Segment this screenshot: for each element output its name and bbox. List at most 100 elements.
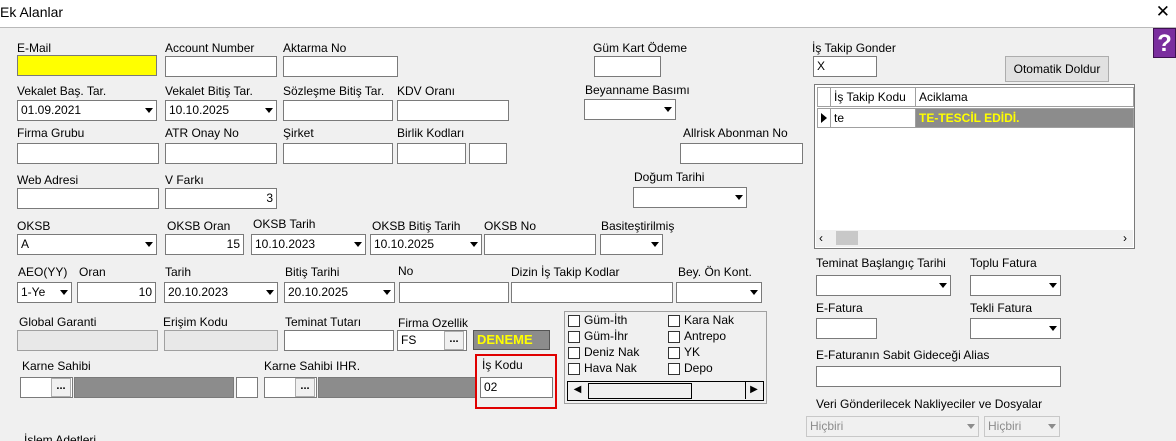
- global-garanti-input[interactable]: [17, 330, 158, 351]
- toplu-fatura-combo[interactable]: [970, 275, 1061, 296]
- oran-label: Oran: [79, 265, 106, 279]
- email-input[interactable]: [17, 55, 157, 76]
- veri-gonderilecek-value-1: Hiçbiri: [810, 419, 844, 433]
- e-fatura-alias-input[interactable]: [816, 366, 1061, 387]
- birlik-kodlari-input-2[interactable]: [469, 143, 507, 164]
- dogum-tarihi-combo[interactable]: [633, 187, 747, 208]
- scroll-left-icon[interactable]: ◀: [569, 382, 586, 399]
- checkbox-gum-ith[interactable]: [568, 315, 580, 327]
- erisim-kodu-input[interactable]: [164, 330, 278, 351]
- kdv-orani-input[interactable]: [397, 100, 509, 121]
- chevron-down-icon: [664, 107, 672, 112]
- oksb-combo[interactable]: A: [17, 234, 157, 255]
- teminat-tutari-label: Teminat Tutarı: [285, 315, 362, 329]
- sozlesme-bitis-label: Sözleşme Bitiş Tar.: [283, 84, 385, 98]
- close-icon[interactable]: ✕: [1156, 2, 1170, 22]
- veri-gonderilecek-combo-2[interactable]: Hiçbiri: [984, 416, 1060, 437]
- grid-header-is-takip-kodu[interactable]: İş Takip Kodu: [830, 87, 916, 107]
- v-farki-input[interactable]: 3: [165, 188, 277, 209]
- title-bar: Ek Alanlar ✕: [0, 0, 1176, 28]
- teminat-tutari-input[interactable]: [284, 330, 394, 351]
- gum-kart-odeme-input[interactable]: [594, 56, 661, 77]
- beyanname-basimi-combo[interactable]: [584, 99, 676, 120]
- aktarma-no-input[interactable]: [283, 56, 398, 77]
- sozlesme-bitis-input[interactable]: [283, 100, 393, 121]
- scroll-right-icon[interactable]: ›: [1123, 231, 1127, 245]
- grid-horizontal-scrollbar[interactable]: ‹ ›: [816, 230, 1133, 247]
- vekalet-bas-combo[interactable]: 01.09.2021: [17, 100, 157, 121]
- beyanname-basimi-label: Beyanname Basımı: [585, 83, 690, 97]
- checkbox-antrepo[interactable]: [668, 331, 680, 343]
- aeo-value: 1-Ye: [21, 285, 46, 299]
- checkbox-label-gum-ihr: Güm-İhr: [584, 329, 629, 343]
- chevron-down-icon: [60, 290, 68, 295]
- firma-ozellik-ellipsis-button[interactable]: ...: [444, 331, 464, 350]
- web-adresi-input[interactable]: [17, 188, 159, 209]
- karne-sahibi-name: [74, 377, 234, 398]
- is-takip-grid[interactable]: İş Takip Kodu Aciklama te TE-TESCİL EDİD…: [814, 84, 1135, 249]
- aeo-combo[interactable]: 1-Ye: [17, 282, 72, 303]
- oksb-no-label: OKSB No: [484, 219, 537, 233]
- e-fatura-input[interactable]: [816, 318, 877, 339]
- grid-cell-desc[interactable]: TE-TESCİL EDİDİ.: [915, 108, 1134, 128]
- account-number-input[interactable]: [165, 56, 277, 77]
- window-title: Ek Alanlar: [0, 4, 64, 20]
- veri-gonderilecek-label: Veri Gönderilecek Nakliyeciler ve Dosyal…: [816, 397, 1043, 411]
- oksb-no-input[interactable]: [484, 234, 596, 255]
- vekalet-bas-label: Vekalet Baş. Tar.: [17, 84, 107, 98]
- oksb-bitis-combo[interactable]: 10.10.2025: [370, 234, 482, 255]
- veri-gonderilecek-combo-1[interactable]: Hiçbiri: [806, 416, 979, 437]
- oksb-oran-input[interactable]: 15: [165, 234, 244, 255]
- dizin-is-takip-input[interactable]: [511, 282, 673, 303]
- allrisk-input[interactable]: [680, 143, 803, 164]
- oksb-tarih-label: OKSB Tarih: [253, 217, 316, 231]
- help-icon[interactable]: ?: [1153, 28, 1176, 58]
- oran-input[interactable]: 10: [77, 282, 156, 303]
- firma-ozellik-badge: DENEME: [473, 330, 550, 350]
- atr-onay-no-input[interactable]: [165, 143, 277, 164]
- oksb-bitis-value: 10.10.2025: [374, 237, 435, 251]
- checkbox-yk[interactable]: [668, 347, 680, 359]
- grid-header-aciklama[interactable]: Aciklama: [915, 87, 1134, 107]
- erisim-kodu-label: Erişim Kodu: [163, 315, 228, 329]
- checkbox-label-kara-nak: Kara Nak: [684, 313, 735, 327]
- tarih-combo[interactable]: 20.10.2023: [164, 282, 278, 303]
- otomatik-doldur-button[interactable]: Otomatik Doldur: [1005, 56, 1109, 82]
- scroll-left-icon[interactable]: ‹: [819, 231, 823, 245]
- checkbox-kara-nak[interactable]: [668, 315, 680, 327]
- is-takip-gonder-input[interactable]: X: [813, 56, 877, 77]
- checkbox-horizontal-scrollbar[interactable]: ◀ ▶: [567, 381, 764, 401]
- bey-on-kont-combo[interactable]: [676, 282, 762, 303]
- checkbox-hava-nak[interactable]: [568, 363, 580, 375]
- oksb-tarih-combo[interactable]: 10.10.2023: [251, 234, 366, 255]
- grid-cell-code[interactable]: te: [830, 108, 916, 128]
- vekalet-bitis-combo[interactable]: 10.10.2025: [165, 100, 277, 121]
- bitis-tarihi-combo[interactable]: 20.10.2025: [284, 282, 395, 303]
- checkbox-label-deniz-nak: Deniz Nak: [584, 345, 640, 359]
- karne-sahibi-ihr-ellipsis-button[interactable]: ...: [295, 378, 315, 397]
- chevron-down-icon: [145, 108, 153, 113]
- sirket-input[interactable]: [283, 143, 393, 164]
- chevron-down-icon: [145, 242, 153, 247]
- basitestirilmis-combo[interactable]: [600, 234, 663, 255]
- karne-sahibi-ellipsis-button[interactable]: ...: [51, 378, 71, 397]
- karne-sahibi-extra[interactable]: [236, 377, 258, 398]
- birlik-kodlari-input[interactable]: [397, 143, 466, 164]
- teminat-baslangic-combo[interactable]: [816, 275, 951, 296]
- is-kodu-input[interactable]: 02: [480, 377, 553, 398]
- oksb-value: A: [21, 237, 30, 251]
- checkbox-gum-ihr[interactable]: [568, 331, 580, 343]
- scroll-thumb[interactable]: [836, 231, 858, 245]
- no-label: No: [398, 264, 414, 278]
- tekli-fatura-combo[interactable]: [970, 318, 1061, 339]
- no-input[interactable]: [399, 282, 509, 303]
- firma-grubu-input[interactable]: [17, 143, 159, 164]
- scroll-right-icon[interactable]: ▶: [745, 382, 762, 399]
- veri-gonderilecek-value-2: Hiçbiri: [988, 419, 1022, 433]
- checkbox-depo[interactable]: [668, 363, 680, 375]
- is-takip-gonder-label: İş Takip Gonder: [812, 41, 896, 55]
- scroll-thumb[interactable]: [588, 383, 692, 399]
- dogum-tarihi-label: Doğum Tarihi: [634, 170, 705, 184]
- chevron-down-icon: [735, 195, 743, 200]
- checkbox-deniz-nak[interactable]: [568, 347, 580, 359]
